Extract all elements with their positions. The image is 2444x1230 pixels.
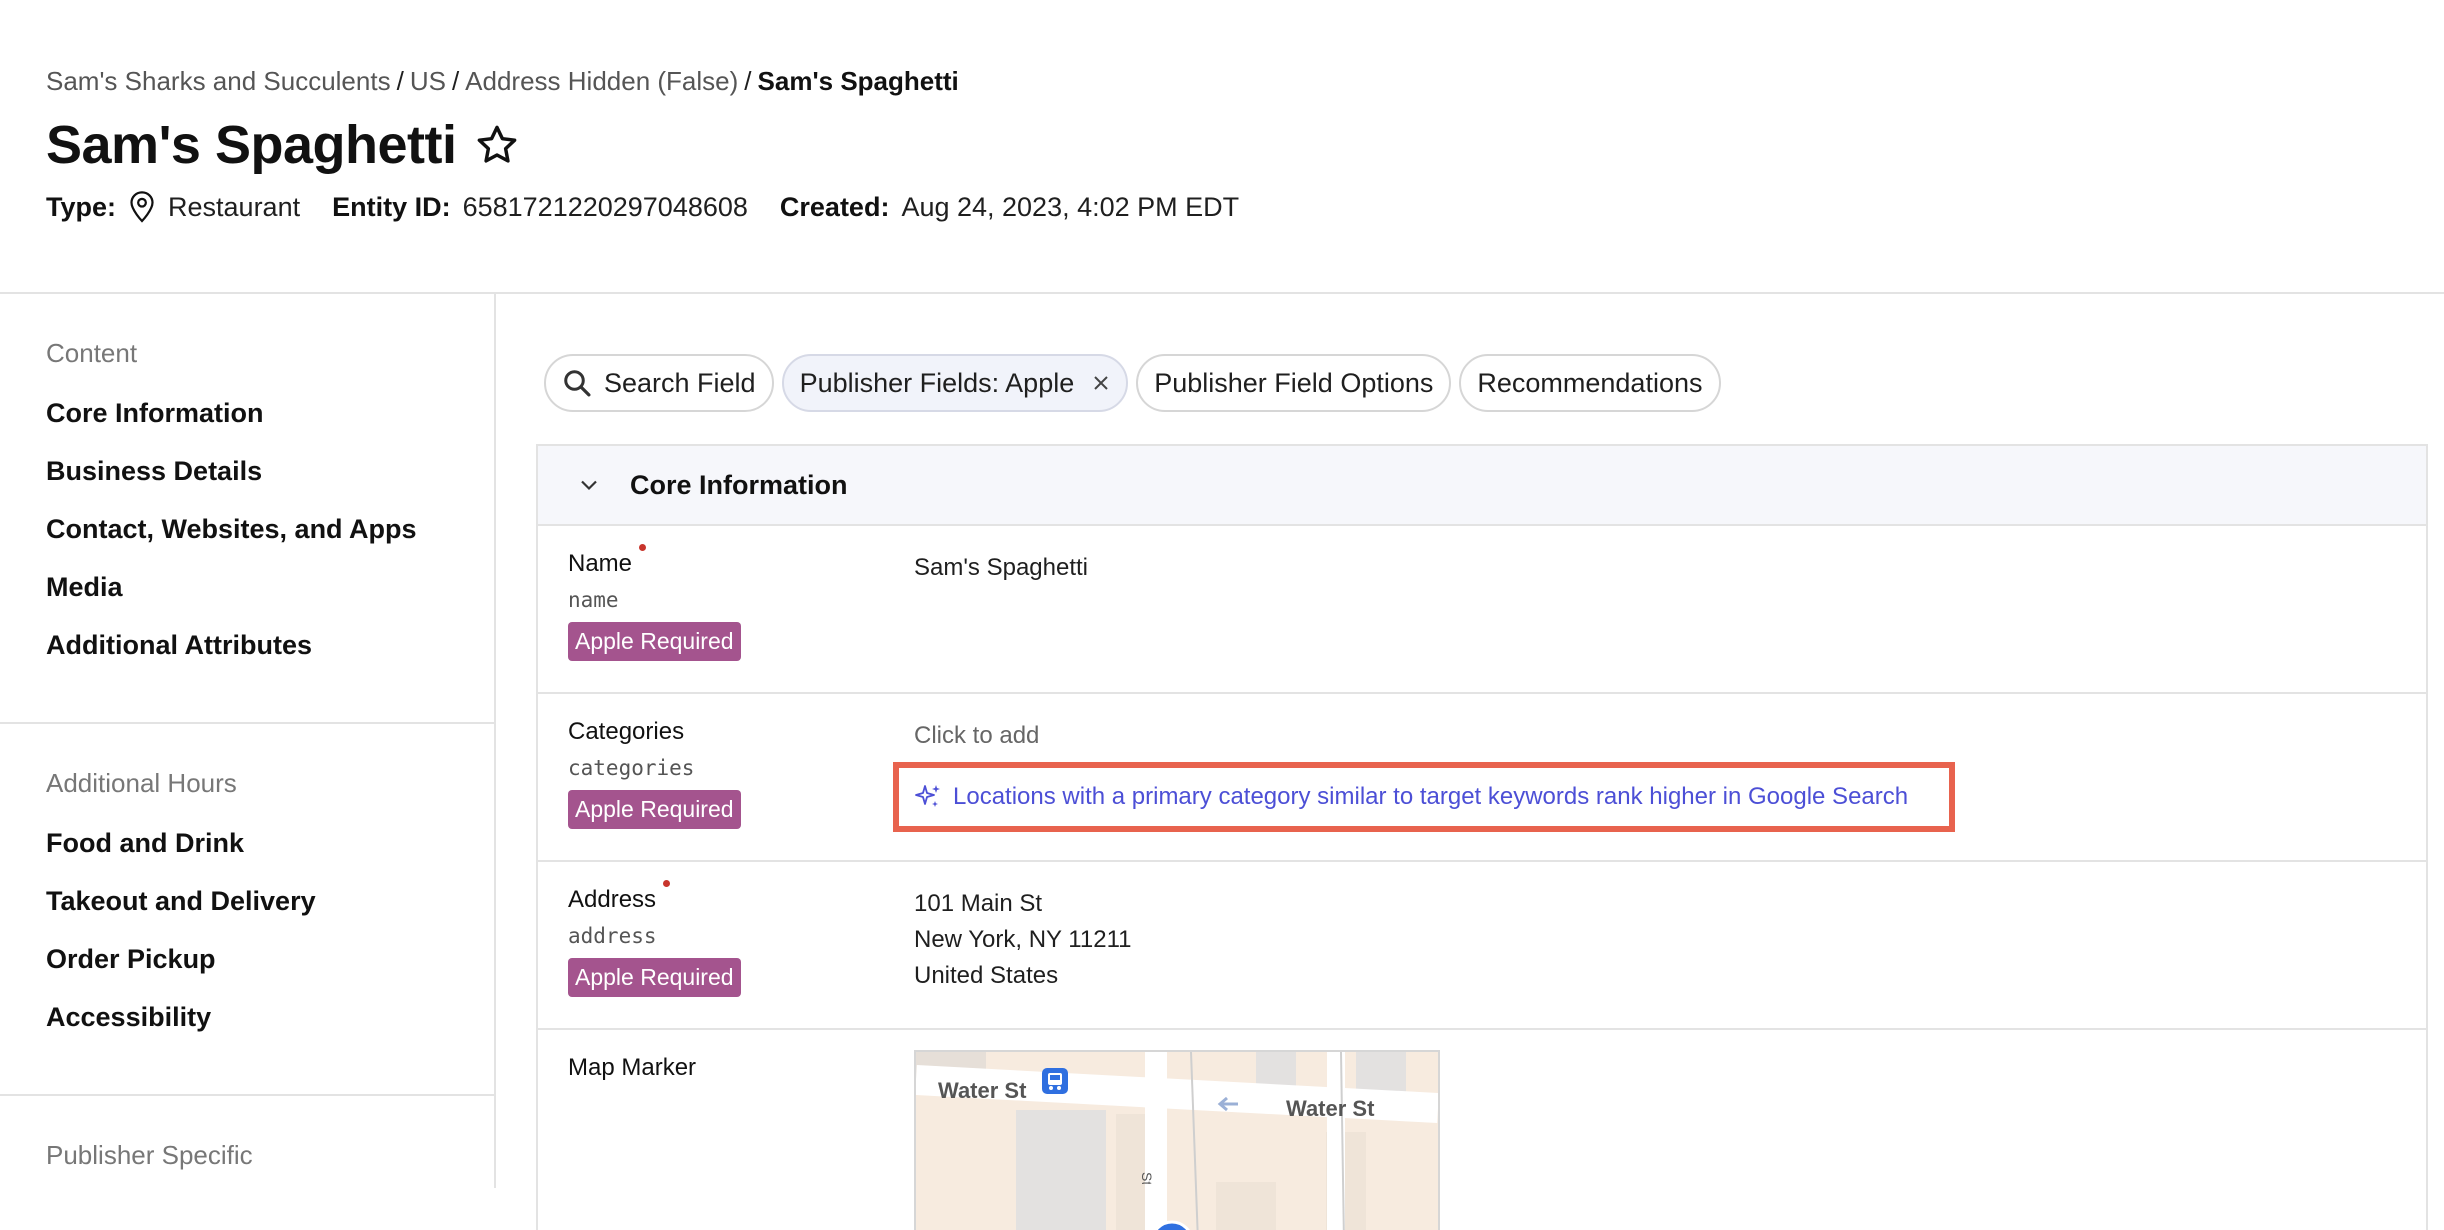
entity-id-value: 6581721220297048608 [462,191,748,222]
sidebar-item-additional-attributes[interactable]: Additional Attributes [0,630,312,661]
publisher-fields-label: Publisher Fields: Apple [799,367,1075,398]
sidebar-item-media[interactable]: Media [0,572,123,603]
breadcrumb: Sam's Sharks and Succulents / US / Address H… [46,66,959,97]
panel-title: Core Information [630,469,848,500]
sidebar-item-accessibility[interactable]: Accessibility [0,1002,211,1033]
main-content: Search Field Publisher Fields: Apple Pub… [496,294,2444,1230]
sidebar-item-order-pickup[interactable]: Order Pickup [0,944,216,975]
field-row-categories[interactable]: Categories categories Apple Required Cli… [538,694,2426,862]
address-line-2: New York, NY 11211 [914,926,1132,953]
entity-id-label: Entity ID: [332,191,451,222]
sidebar-heading: Content [46,338,138,368]
category-insight-highlight: Locations with a primary category simila… [893,762,1955,832]
chevron-down-icon [581,480,597,491]
apple-required-badge: Apple Required [568,622,741,661]
created-value: Aug 24, 2023, 4:02 PM EDT [901,191,1240,222]
categories-add-placeholder[interactable]: Click to add [914,718,1039,754]
field-label-text: Name [568,550,633,577]
recommendations-label: Recommendations [1477,367,1703,398]
bus-icon [1042,1068,1068,1094]
entity-id: Entity ID: 6581721220297048608 [332,192,748,223]
sidebar-item-contact-websites-apps[interactable]: Contact, Websites, and Apps [0,514,417,545]
search-icon [564,370,591,397]
breadcrumb-item-account[interactable]: Sam's Sharks and Succulents [46,66,391,96]
entity-meta: Type: Restaurant Entity ID: 658172122029… [46,190,1271,224]
field-label: Address [568,880,671,914]
breadcrumb-item-country[interactable]: US [410,66,446,96]
search-field-button[interactable]: Search Field [544,354,774,412]
field-label: Name [568,544,647,578]
svg-text:St: St [1140,1172,1155,1184]
breadcrumb-item-folder[interactable]: Address Hidden (False) [465,66,738,96]
field-row-name[interactable]: Name name Apple Required Sam's Spaghetti [538,526,2426,694]
map-street-label: Water St [1286,1096,1375,1121]
created-label: Created: [779,191,890,222]
required-indicator [639,544,647,551]
sidebar-item-food-and-drink[interactable]: Food and Drink [0,828,244,859]
close-icon[interactable] [1092,374,1110,392]
breadcrumb-separator: / [396,66,404,96]
recommendations-button[interactable]: Recommendations [1459,354,1721,412]
field-row-map-marker[interactable]: Map Marker Water St Water St St [538,1030,2426,1230]
name-value[interactable]: Sam's Spaghetti [914,550,1088,586]
pin-icon [128,190,156,224]
required-indicator [663,880,671,887]
sidebar-section-additional-hours: Additional Hours Food and Drink Takeout … [0,724,494,1094]
apple-required-badge: Apple Required [568,958,741,997]
sidebar-item-takeout-and-delivery[interactable]: Takeout and Delivery [0,886,316,917]
arrow-left-icon [1217,1096,1238,1112]
sidebar-section-content: Content Core Information Business Detail… [0,294,494,722]
sidebar-item-business-details[interactable]: Business Details [0,456,262,487]
map-street-label: Water St [938,1078,1027,1103]
filter-bar: Search Field Publisher Fields: Apple Pub… [544,354,1729,412]
category-insight-link[interactable]: Locations with a primary category simila… [953,783,1908,811]
sidebar-section-publisher-specific: Publisher Specific [0,1096,494,1186]
map-street-rotated-label: St [1140,1172,1155,1184]
star-icon[interactable] [474,122,520,168]
map-preview[interactable]: Water St Water St St [914,1050,1440,1230]
title-row: Sam's Spaghetti [46,114,520,176]
field-label-text: Address [568,886,657,913]
page-title: Sam's Spaghetti [46,115,457,175]
field-label: Map Marker [568,1054,697,1081]
sidebar-item-core-information[interactable]: Core Information [0,398,264,429]
entity-header: Sam's Sharks and Succulents / US / Address H… [46,0,2444,292]
publisher-fields-filter[interactable]: Publisher Fields: Apple [781,354,1129,412]
field-key: categories [568,756,695,780]
publisher-field-options-label: Publisher Field Options [1154,367,1434,398]
type-label: Type: [46,191,117,222]
field-label: Categories [568,718,685,745]
address-line-3: United States [914,962,1059,989]
type-value: Restaurant [168,191,301,222]
core-information-panel: Core Information Name name Apple Require… [536,444,2428,1230]
breadcrumb-separator: / [744,66,752,96]
sidebar-heading: Publisher Specific [46,1140,253,1170]
created-date: Created: Aug 24, 2023, 4:02 PM EDT [780,192,1239,223]
address-line-1: 101 Main St [914,890,1043,917]
field-key: name [568,588,619,612]
sidebar-heading: Additional Hours [46,768,237,798]
breadcrumb-current: Sam's Spaghetti [757,66,959,96]
field-key: address [568,924,657,948]
address-value[interactable]: 101 Main St New York, NY 11211 United St… [914,886,1131,994]
entity-type: Type: Restaurant [46,190,300,224]
apple-required-badge: Apple Required [568,790,741,829]
breadcrumb-separator: / [451,66,460,96]
publisher-field-options-button[interactable]: Publisher Field Options [1136,354,1452,412]
map-marker-icon [1154,1220,1190,1230]
sidebar-nav: Content Core Information Business Detail… [0,294,496,1188]
field-row-address[interactable]: Address address Apple Required 101 Main … [538,862,2426,1030]
sparkle-icon [915,785,940,807]
panel-header[interactable]: Core Information [538,446,2426,526]
search-field-label: Search Field [604,367,756,398]
